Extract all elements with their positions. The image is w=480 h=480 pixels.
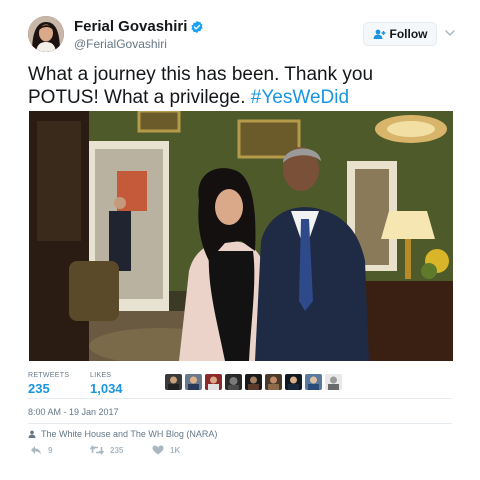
follow-button[interactable]: Follow — [363, 22, 437, 46]
person-icon — [28, 430, 36, 438]
liker-avatar[interactable] — [225, 374, 242, 390]
tweet-timestamp[interactable]: 8:00 AM - 19 Jan 2017 — [28, 407, 119, 417]
author-display-name[interactable]: Ferial Govashiri — [74, 18, 187, 35]
hashtag-link[interactable]: #YesWeDid — [251, 87, 349, 108]
liker-avatar[interactable] — [305, 374, 322, 390]
likes-count: 1,034 — [90, 381, 123, 396]
photo-credit-text: The White House and The WH Blog (NARA) — [41, 429, 218, 439]
follow-person-icon — [373, 29, 385, 39]
tweet-photo[interactable] — [29, 111, 453, 361]
like-action[interactable]: 1K — [152, 445, 180, 455]
liker-avatar[interactable] — [285, 374, 302, 390]
liker-avatars — [165, 374, 342, 390]
reply-icon — [31, 446, 41, 455]
liker-avatar[interactable] — [245, 374, 262, 390]
verified-badge-icon — [191, 20, 203, 33]
liker-avatar[interactable] — [265, 374, 282, 390]
liker-avatar[interactable] — [165, 374, 182, 390]
tweet-header: Ferial Govashiri @FerialGovashiri Follow — [28, 16, 458, 52]
reply-count: 9 — [48, 445, 53, 455]
like-count: 1K — [170, 445, 181, 455]
retweet-action[interactable]: 235 — [90, 445, 123, 455]
retweets-count: 235 — [28, 381, 50, 396]
divider — [28, 423, 452, 424]
author-handle[interactable]: @FerialGovashiri — [74, 37, 204, 51]
retweets-label: RETWEETS — [28, 372, 70, 379]
likes-stat[interactable]: LIKES 1,034 — [90, 372, 123, 396]
liker-avatar[interactable] — [325, 374, 342, 390]
heart-icon — [152, 445, 164, 455]
liker-avatar[interactable] — [205, 374, 222, 390]
retweet-icon — [90, 445, 104, 455]
photo-credit[interactable]: The White House and The WH Blog (NARA) — [28, 429, 217, 439]
likes-label: LIKES — [90, 372, 112, 379]
tweet-text: What a journey this has been. Thank you … — [28, 63, 448, 109]
author-info[interactable]: Ferial Govashiri @FerialGovashiri — [74, 18, 204, 51]
tweet-actions: 9 235 1K — [28, 445, 452, 461]
divider — [28, 398, 452, 399]
follow-button-label: Follow — [389, 27, 428, 41]
author-avatar[interactable] — [28, 16, 64, 52]
liker-avatar[interactable] — [185, 374, 202, 390]
chevron-down-icon[interactable] — [443, 26, 457, 40]
reply-action[interactable]: 9 — [30, 445, 52, 455]
retweets-stat[interactable]: RETWEETS 235 — [28, 372, 69, 396]
tweet-stats: RETWEETS 235 LIKES 1,034 — [28, 372, 452, 398]
retweet-count: 235 — [110, 445, 124, 455]
